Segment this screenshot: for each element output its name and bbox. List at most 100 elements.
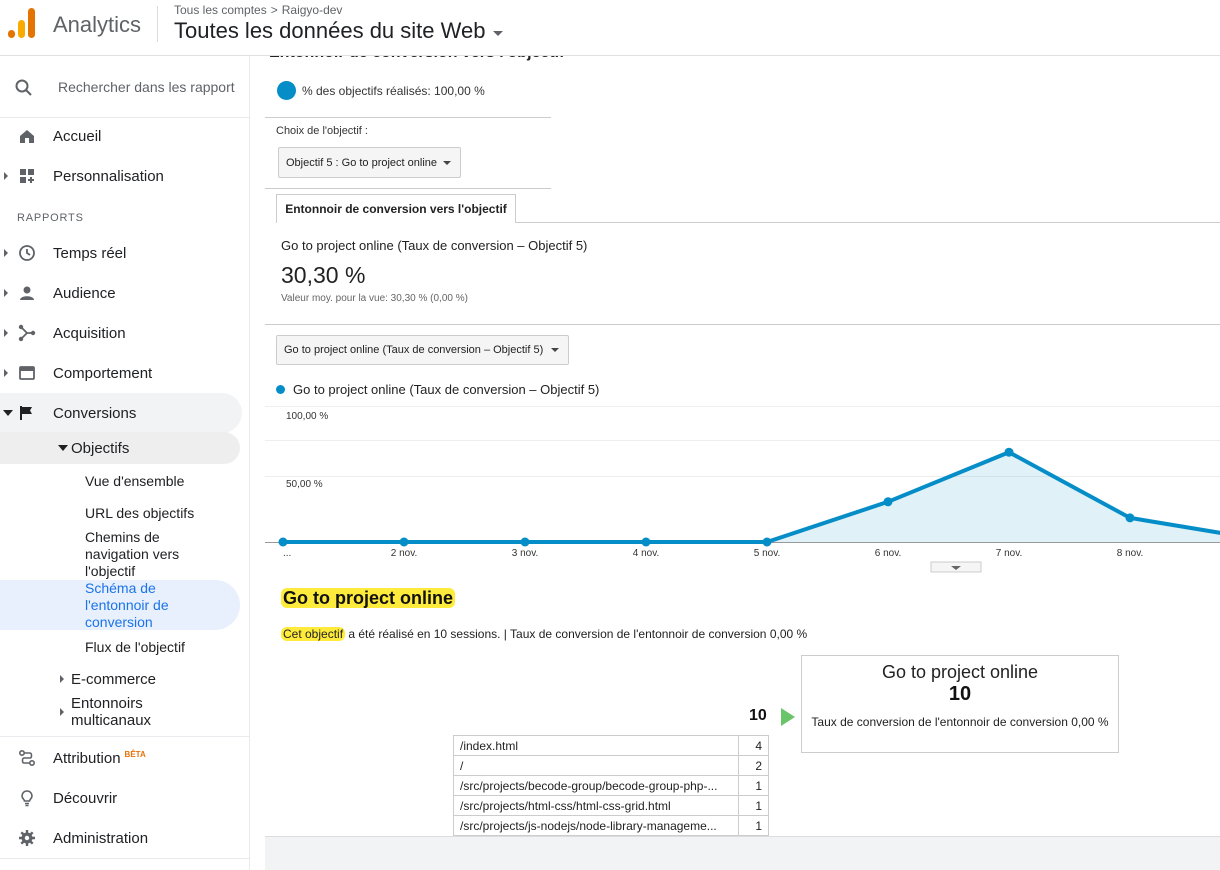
report-content: Entonnoir de conversion vers l'objectif … bbox=[265, 44, 1220, 870]
goal-select[interactable]: Objectif 5 : Go to project online bbox=[278, 147, 461, 178]
entry-count: 1 bbox=[738, 815, 769, 836]
table-row: /src/projects/html-css/html-css-grid.htm… bbox=[453, 795, 769, 816]
breadcrumb-property[interactable]: Raigyo-dev bbox=[282, 3, 343, 17]
sidebar-item-label: Administration bbox=[53, 829, 149, 847]
goal-summary-text: % des objectifs réalisés: 100,00 % bbox=[302, 83, 485, 98]
legend-dot-icon bbox=[276, 385, 285, 394]
sidebar-item-label: Objectifs bbox=[71, 439, 130, 457]
flag-icon bbox=[20, 406, 32, 420]
sidebar-item-admin[interactable]: Administration bbox=[0, 818, 242, 858]
entry-count: 1 bbox=[738, 775, 769, 796]
sidebar-subitem-reverse-goal-path[interactable]: Chemins de navigation vers l'objectif bbox=[85, 529, 215, 580]
x-tick-label: 8 nov. bbox=[1117, 548, 1144, 559]
x-tick-label: 3 nov. bbox=[512, 548, 539, 559]
attribution-icon bbox=[18, 749, 36, 767]
chart-point[interactable] bbox=[520, 537, 530, 547]
tab-bar-line bbox=[516, 222, 1220, 223]
goal-summary-dot-icon bbox=[277, 81, 296, 100]
analytics-logo-icon[interactable] bbox=[8, 8, 36, 40]
play-arrow-icon bbox=[781, 708, 795, 726]
goal-box-name: Go to project online bbox=[881, 662, 1039, 682]
metric-value: 30,30 % bbox=[281, 262, 366, 288]
entry-count: 10 bbox=[749, 707, 767, 724]
x-tick-label: 7 nov. bbox=[996, 548, 1023, 559]
metric-select[interactable]: Go to project online (Taux de conversion… bbox=[276, 335, 569, 365]
sidebar-divider bbox=[0, 736, 250, 737]
chart-point[interactable] bbox=[762, 537, 772, 547]
acquisition-icon bbox=[18, 324, 36, 342]
sidebar-item-behavior[interactable]: Comportement bbox=[0, 353, 242, 393]
collapse-arrow-icon bbox=[58, 445, 68, 451]
search-input[interactable]: Rechercher dans les rapport bbox=[58, 79, 235, 95]
sidebar-item-multichannel[interactable]: Entonnoirs multicanaux bbox=[0, 692, 242, 732]
footer-band bbox=[265, 836, 1220, 870]
sidebar-divider bbox=[0, 858, 250, 859]
entry-page: /index.html bbox=[453, 735, 739, 756]
sidebar-subitem-goal-urls[interactable]: URL des objectifs bbox=[85, 505, 194, 522]
entry-count: 4 bbox=[738, 735, 769, 756]
chart-point[interactable] bbox=[1125, 513, 1135, 523]
sidebar-subitem-goal-flow[interactable]: Flux de l'objectif bbox=[85, 639, 185, 656]
chart-point[interactable] bbox=[641, 537, 651, 547]
breadcrumb-accounts[interactable]: Tous les comptes bbox=[174, 3, 267, 17]
expand-arrow-icon bbox=[4, 329, 8, 337]
x-tick-label: ... bbox=[283, 548, 291, 559]
metric-name: Go to project online (Taux de conversion… bbox=[281, 238, 588, 253]
x-tick-label: 4 nov. bbox=[633, 548, 660, 559]
x-tick-label: 5 nov. bbox=[754, 548, 781, 559]
sidebar-item-customization[interactable]: Personnalisation bbox=[0, 156, 242, 196]
sidebar-item-label: Temps réel bbox=[53, 244, 127, 262]
search-icon bbox=[15, 79, 32, 96]
sidebar-item-label: Attribution BÊTA bbox=[53, 750, 146, 767]
caret-down-icon bbox=[493, 30, 504, 36]
behavior-icon bbox=[19, 366, 35, 380]
sidebar-subitem-funnel[interactable]: Schéma de l'entonnoir de conversion bbox=[85, 580, 215, 631]
entry-page: /src/projects/html-css/html-css-grid.htm… bbox=[453, 795, 739, 816]
chart-point[interactable] bbox=[883, 497, 893, 507]
expand-arrow-icon bbox=[4, 249, 8, 257]
funnel-goal-title: Go to project online bbox=[281, 588, 455, 609]
chart-area bbox=[283, 452, 1220, 542]
sidebar-item-conversions[interactable]: Conversions bbox=[0, 393, 242, 433]
sidebar-item-realtime[interactable]: Temps réel bbox=[0, 233, 242, 273]
entry-page: / bbox=[453, 755, 739, 776]
goal-box-count: 10 bbox=[948, 683, 972, 705]
reports-section-label: RAPPORTS bbox=[17, 212, 84, 224]
person-icon bbox=[20, 286, 34, 300]
sidebar-item-label: Acquisition bbox=[53, 324, 126, 342]
entry-count: 1 bbox=[738, 795, 769, 816]
chart-point[interactable] bbox=[278, 537, 288, 547]
chart-point[interactable] bbox=[399, 537, 409, 547]
sidebar-item-audience[interactable]: Audience bbox=[0, 273, 242, 313]
legend-label: Go to project online (Taux de conversion… bbox=[293, 382, 600, 397]
metric-average: Valeur moy. pour la vue: 30,30 % (0,00 %… bbox=[281, 293, 468, 304]
expand-arrow-icon bbox=[4, 289, 8, 297]
chart-point[interactable] bbox=[1004, 447, 1014, 457]
sidebar-item-acquisition[interactable]: Acquisition bbox=[0, 313, 242, 353]
expand-arrow-icon bbox=[60, 708, 64, 716]
sidebar-item-objectives[interactable]: Objectifs bbox=[0, 428, 242, 468]
y-tick-label: 100,00 % bbox=[286, 411, 328, 422]
breadcrumb[interactable]: Tous les comptes > Raigyo-dev bbox=[174, 3, 342, 17]
sidebar-item-home[interactable]: Accueil bbox=[0, 116, 242, 156]
dropdown-arrow-icon bbox=[551, 348, 559, 352]
sidebar-item-discover[interactable]: Découvrir bbox=[0, 778, 242, 818]
tab-funnel-visualization[interactable]: Entonnoir de conversion vers l'objectif bbox=[276, 194, 516, 223]
sidebar-item-label: Audience bbox=[53, 284, 116, 302]
home-icon bbox=[20, 130, 34, 143]
funnel-goal-title-text: Go to project online bbox=[281, 588, 455, 608]
view-selector[interactable]: Toutes les données du site Web bbox=[174, 18, 504, 44]
goal-select-value: Objectif 5 : Go to project online bbox=[286, 156, 438, 169]
lightbulb-icon bbox=[21, 790, 33, 807]
metric-select-value: Go to project online (Taux de conversion… bbox=[284, 344, 544, 356]
sidebar-item-attribution[interactable]: Attribution BÊTA bbox=[0, 738, 242, 778]
table-row: /src/projects/becode-group/becode-group-… bbox=[453, 775, 769, 796]
table-row: /2 bbox=[453, 755, 769, 776]
header-divider bbox=[157, 6, 158, 42]
sidebar-search[interactable]: Rechercher dans les rapport bbox=[0, 68, 250, 118]
sidebar-subitem-overview[interactable]: Vue d'ensemble bbox=[85, 473, 184, 490]
divider bbox=[265, 117, 551, 118]
goal-summary: % des objectifs réalisés: 100,00 % bbox=[277, 81, 485, 100]
attribution-label: Attribution bbox=[53, 749, 121, 767]
app-header: Analytics Tous les comptes > Raigyo-dev To… bbox=[0, 0, 1220, 56]
